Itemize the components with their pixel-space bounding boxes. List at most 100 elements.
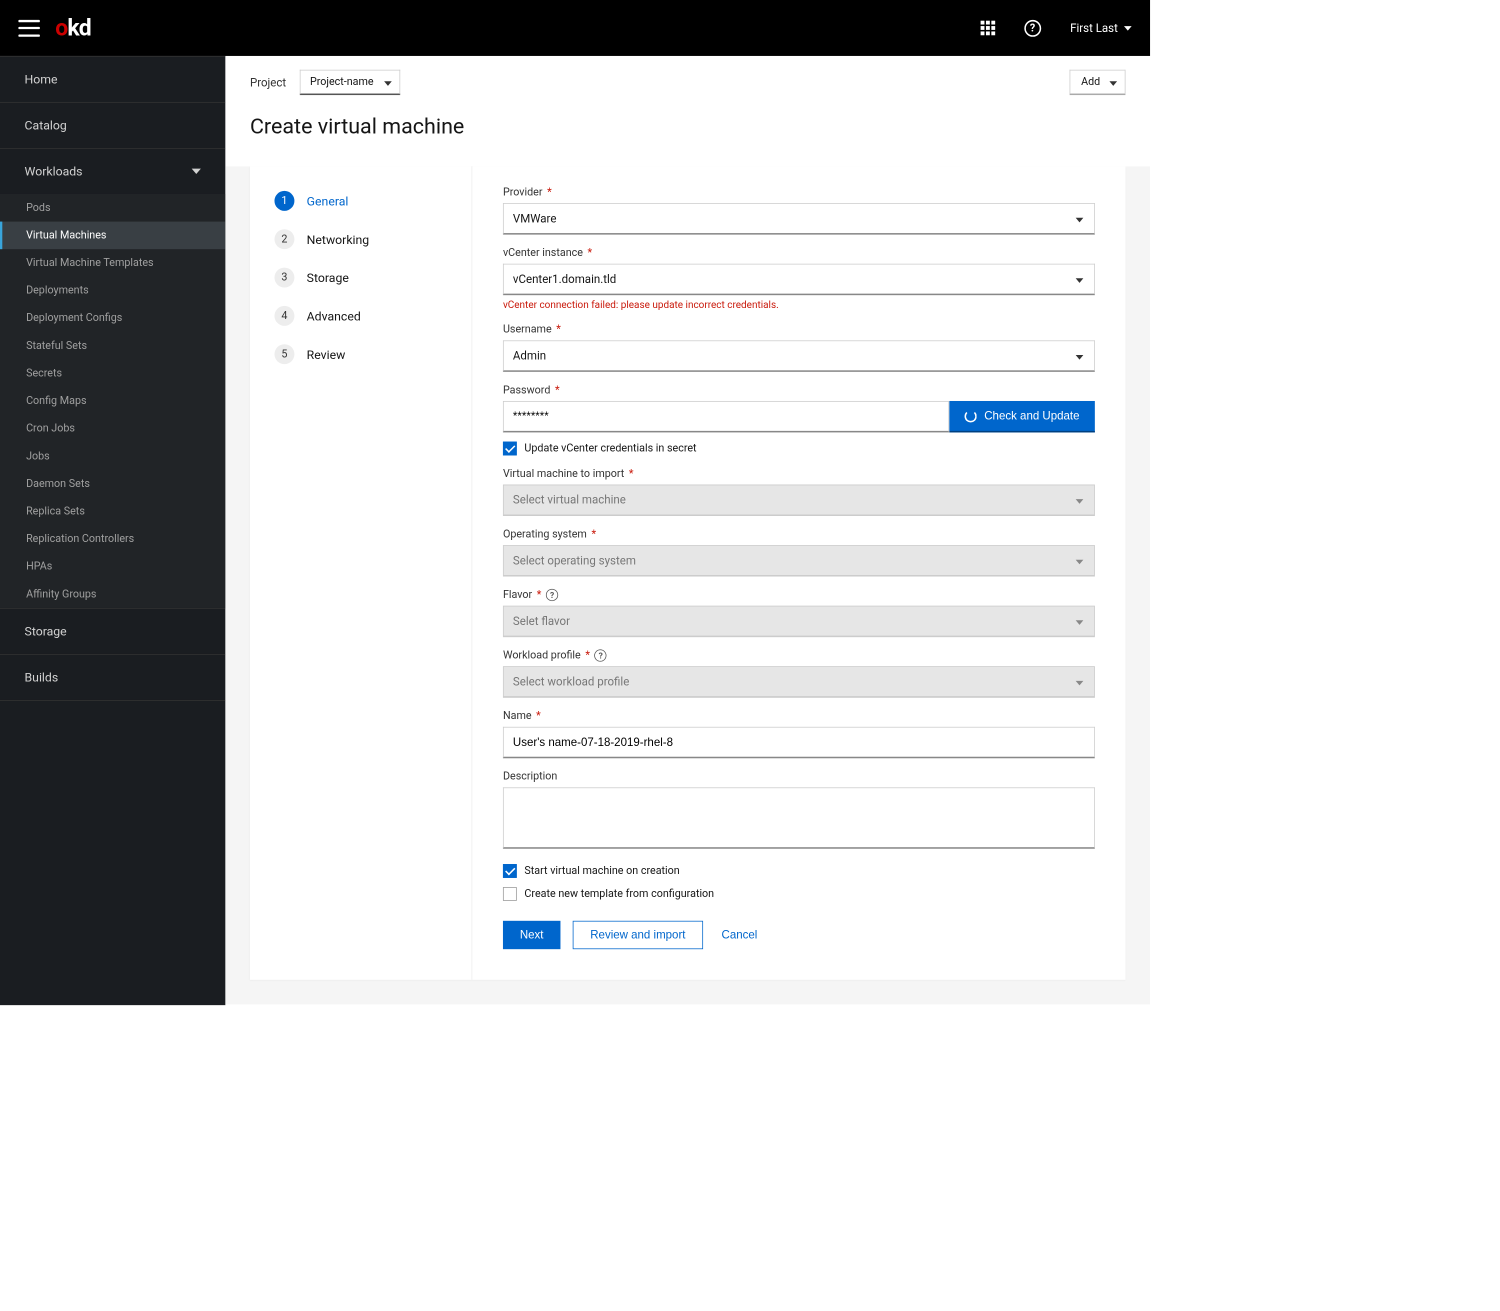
name-input[interactable]	[503, 727, 1095, 758]
project-select[interactable]: Project-name	[300, 70, 400, 95]
start-vm-checkbox[interactable]	[503, 864, 517, 878]
sidebar-item-label: Storage	[25, 624, 67, 639]
sidebar-sub-config-maps[interactable]: Config Maps	[0, 387, 225, 415]
create-template-checkbox[interactable]	[503, 887, 517, 901]
sidebar-sub-cron-jobs[interactable]: Cron Jobs	[0, 415, 225, 443]
menu-icon[interactable]	[18, 20, 39, 37]
chevron-down-icon	[1109, 81, 1117, 86]
select-placeholder: Select operating system	[513, 554, 636, 568]
password-input[interactable]	[503, 401, 949, 432]
help-icon[interactable]: ?	[595, 649, 607, 661]
sidebar-item-label: Workloads	[25, 164, 83, 179]
step-label: Storage	[307, 270, 349, 285]
wizard-card: 1 General 2 Networking 3 Storage 4 Advan…	[250, 166, 1126, 979]
checkbox-label: Create new template from configuration	[524, 888, 714, 900]
workload-select[interactable]: Select workload profile	[503, 666, 1095, 697]
review-import-button[interactable]: Review and import	[573, 921, 704, 949]
step-storage[interactable]: 3 Storage	[274, 268, 447, 288]
logo[interactable]: okd	[55, 15, 91, 42]
workload-label: Workload profile* ?	[503, 649, 1095, 661]
sidebar-sub-replica-sets[interactable]: Replica Sets	[0, 498, 225, 526]
chevron-down-icon	[1076, 499, 1084, 504]
project-value: Project-name	[310, 76, 374, 88]
user-menu[interactable]: First Last	[1070, 21, 1132, 35]
sidebar-sub-secrets[interactable]: Secrets	[0, 360, 225, 388]
provider-label: Provider*	[503, 186, 1095, 198]
add-button[interactable]: Add	[1070, 70, 1126, 95]
wizard-form: Provider* VMWare vCenter instance* vCent…	[472, 166, 1125, 979]
step-networking[interactable]: 2 Networking	[274, 229, 447, 249]
step-number: 5	[274, 344, 294, 364]
sidebar-sub-replication-controllers[interactable]: Replication Controllers	[0, 525, 225, 553]
user-name: First Last	[1070, 21, 1118, 35]
select-placeholder: Select virtual machine	[513, 493, 626, 507]
chevron-down-icon	[192, 169, 201, 174]
step-label: Networking	[307, 232, 370, 247]
update-secret-checkbox[interactable]	[503, 442, 517, 456]
step-number: 3	[274, 268, 294, 288]
step-number: 2	[274, 229, 294, 249]
help-icon[interactable]: ?	[1024, 20, 1041, 37]
step-number: 4	[274, 306, 294, 326]
step-label: General	[307, 194, 349, 209]
check-update-button[interactable]: Check and Update	[949, 401, 1095, 432]
select-value: Admin	[513, 349, 546, 363]
next-button[interactable]: Next	[503, 921, 560, 949]
name-label: Name*	[503, 710, 1095, 722]
description-label: Description	[503, 771, 1095, 783]
sidebar-sub-jobs[interactable]: Jobs	[0, 442, 225, 470]
name-field[interactable]	[513, 736, 1085, 749]
add-label: Add	[1081, 76, 1100, 88]
sidebar-item-label: Catalog	[25, 118, 67, 133]
sidebar-item-storage[interactable]: Storage	[0, 608, 225, 655]
step-number: 1	[274, 191, 294, 211]
username-label: Username*	[503, 324, 1095, 336]
vcenter-label: vCenter instance*	[503, 247, 1095, 259]
sidebar-sub-vm-templates[interactable]: Virtual Machine Templates	[0, 249, 225, 277]
sidebar-item-builds[interactable]: Builds	[0, 655, 225, 701]
step-label: Review	[307, 347, 346, 362]
workloads-subnav: Pods Virtual Machines Virtual Machine Te…	[0, 194, 225, 608]
sidebar-sub-hpas[interactable]: HPAs	[0, 553, 225, 581]
step-advanced[interactable]: 4 Advanced	[274, 306, 447, 326]
chevron-down-icon	[1076, 218, 1084, 223]
chevron-down-icon	[1124, 26, 1132, 31]
select-value: VMWare	[513, 212, 557, 226]
spinner-icon	[964, 410, 976, 422]
vcenter-select[interactable]: vCenter1.domain.tld	[503, 264, 1095, 295]
sidebar-sub-deployments[interactable]: Deployments	[0, 277, 225, 305]
sidebar-sub-daemon-sets[interactable]: Daemon Sets	[0, 470, 225, 498]
sidebar-item-label: Builds	[25, 670, 59, 685]
sidebar-sub-affinity-groups[interactable]: Affinity Groups	[0, 580, 225, 608]
topbar: okd ? First Last	[0, 0, 1150, 56]
step-label: Advanced	[307, 309, 361, 324]
os-label: Operating system*	[503, 528, 1095, 540]
checkbox-label: Start virtual machine on creation	[524, 865, 679, 877]
apps-grid-icon[interactable]	[980, 21, 995, 36]
sidebar-item-home[interactable]: Home	[0, 57, 225, 103]
description-textarea[interactable]	[503, 787, 1095, 848]
sidebar-item-workloads[interactable]: Workloads	[0, 149, 225, 194]
sidebar-sub-deployment-configs[interactable]: Deployment Configs	[0, 304, 225, 332]
sidebar-sub-pods[interactable]: Pods	[0, 194, 225, 222]
step-review[interactable]: 5 Review	[274, 344, 447, 364]
sidebar-sub-stateful-sets[interactable]: Stateful Sets	[0, 332, 225, 360]
username-select[interactable]: Admin	[503, 340, 1095, 371]
password-field[interactable]	[513, 410, 939, 423]
help-icon[interactable]: ?	[546, 589, 558, 601]
select-placeholder: Select workload profile	[513, 675, 629, 689]
os-select[interactable]: Select operating system	[503, 545, 1095, 576]
page-title: Create virtual machine	[225, 95, 1150, 166]
step-general[interactable]: 1 General	[274, 191, 447, 211]
sidebar-item-catalog[interactable]: Catalog	[0, 103, 225, 149]
flavor-select[interactable]: Selet flavor	[503, 606, 1095, 637]
button-label: Check and Update	[984, 409, 1079, 422]
chevron-down-icon	[1076, 681, 1084, 686]
vm-import-select[interactable]: Select virtual machine	[503, 485, 1095, 516]
project-label: Project	[250, 76, 286, 90]
cancel-button[interactable]: Cancel	[715, 921, 763, 949]
provider-select[interactable]: VMWare	[503, 203, 1095, 234]
vm-import-label: Virtual machine to import*	[503, 468, 1095, 480]
select-value: vCenter1.domain.tld	[513, 272, 616, 286]
sidebar-sub-virtual-machines[interactable]: Virtual Machines	[0, 222, 225, 250]
